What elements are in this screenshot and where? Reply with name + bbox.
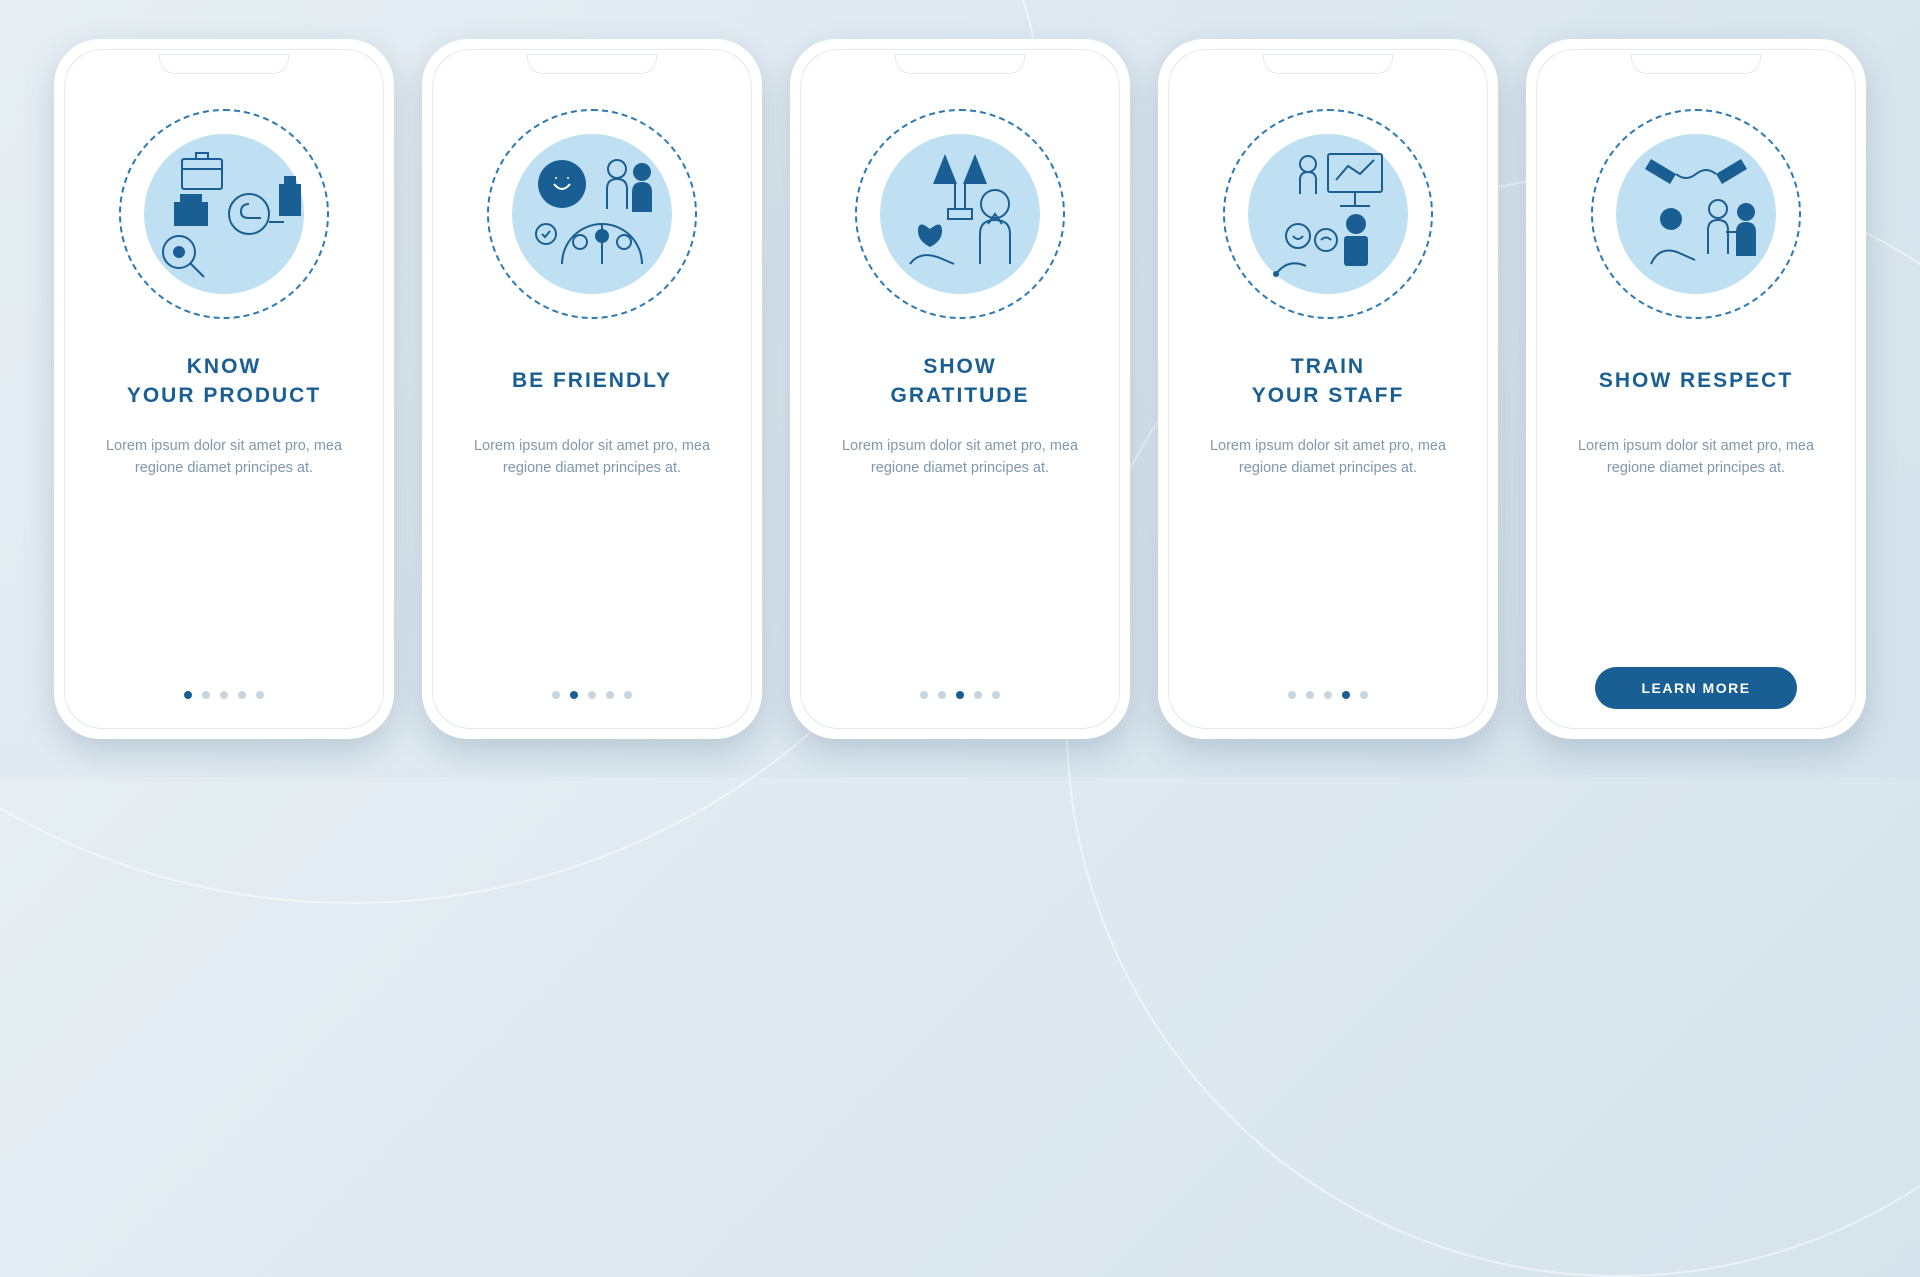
learn-more-button[interactable]: LEARN MORE bbox=[1595, 667, 1796, 709]
screen-description: Lorem ipsum dolor sit amet pro, mea regi… bbox=[452, 435, 732, 480]
dot[interactable] bbox=[238, 691, 246, 699]
screen-title: SHOW RESPECT bbox=[1599, 353, 1793, 411]
screen-title: SHOW GRATITUDE bbox=[891, 353, 1030, 411]
page-indicator bbox=[552, 691, 632, 699]
dot[interactable] bbox=[184, 691, 192, 699]
page-indicator bbox=[920, 691, 1000, 699]
train-staff-icon bbox=[1213, 99, 1443, 329]
screen-title: BE FRIENDLY bbox=[512, 353, 672, 411]
phone-screen-2: BE FRIENDLY Lorem ipsum dolor sit amet p… bbox=[422, 39, 762, 739]
phone-screen-5: SHOW RESPECT Lorem ipsum dolor sit amet … bbox=[1526, 39, 1866, 739]
screen-description: Lorem ipsum dolor sit amet pro, mea regi… bbox=[1556, 435, 1836, 480]
dot[interactable] bbox=[220, 691, 228, 699]
dot[interactable] bbox=[552, 691, 560, 699]
onboarding-row: KNOW YOUR PRODUCT Lorem ipsum dolor sit … bbox=[54, 39, 1866, 739]
dot[interactable] bbox=[256, 691, 264, 699]
phone-screen-1: KNOW YOUR PRODUCT Lorem ipsum dolor sit … bbox=[54, 39, 394, 739]
phone-screen-3: SHOW GRATITUDE Lorem ipsum dolor sit ame… bbox=[790, 39, 1130, 739]
page-indicator bbox=[184, 691, 264, 699]
dot[interactable] bbox=[588, 691, 596, 699]
dot[interactable] bbox=[1324, 691, 1332, 699]
dot[interactable] bbox=[1360, 691, 1368, 699]
dot[interactable] bbox=[974, 691, 982, 699]
dot[interactable] bbox=[606, 691, 614, 699]
dot[interactable] bbox=[1306, 691, 1314, 699]
dot[interactable] bbox=[992, 691, 1000, 699]
screen-title: KNOW YOUR PRODUCT bbox=[127, 353, 321, 411]
screen-description: Lorem ipsum dolor sit amet pro, mea regi… bbox=[1188, 435, 1468, 480]
dot[interactable] bbox=[1288, 691, 1296, 699]
screen-title: TRAIN YOUR STAFF bbox=[1252, 353, 1405, 411]
show-respect-icon bbox=[1581, 99, 1811, 329]
screen-description: Lorem ipsum dolor sit amet pro, mea regi… bbox=[820, 435, 1100, 480]
dot[interactable] bbox=[570, 691, 578, 699]
dot[interactable] bbox=[1342, 691, 1350, 699]
screen-description: Lorem ipsum dolor sit amet pro, mea regi… bbox=[84, 435, 364, 480]
show-gratitude-icon bbox=[845, 99, 1075, 329]
phone-screen-4: TRAIN YOUR STAFF Lorem ipsum dolor sit a… bbox=[1158, 39, 1498, 739]
dot[interactable] bbox=[202, 691, 210, 699]
dot[interactable] bbox=[938, 691, 946, 699]
page-indicator bbox=[1288, 691, 1368, 699]
be-friendly-icon bbox=[477, 99, 707, 329]
know-product-icon bbox=[109, 99, 339, 329]
dot[interactable] bbox=[920, 691, 928, 699]
dot[interactable] bbox=[956, 691, 964, 699]
dot[interactable] bbox=[624, 691, 632, 699]
